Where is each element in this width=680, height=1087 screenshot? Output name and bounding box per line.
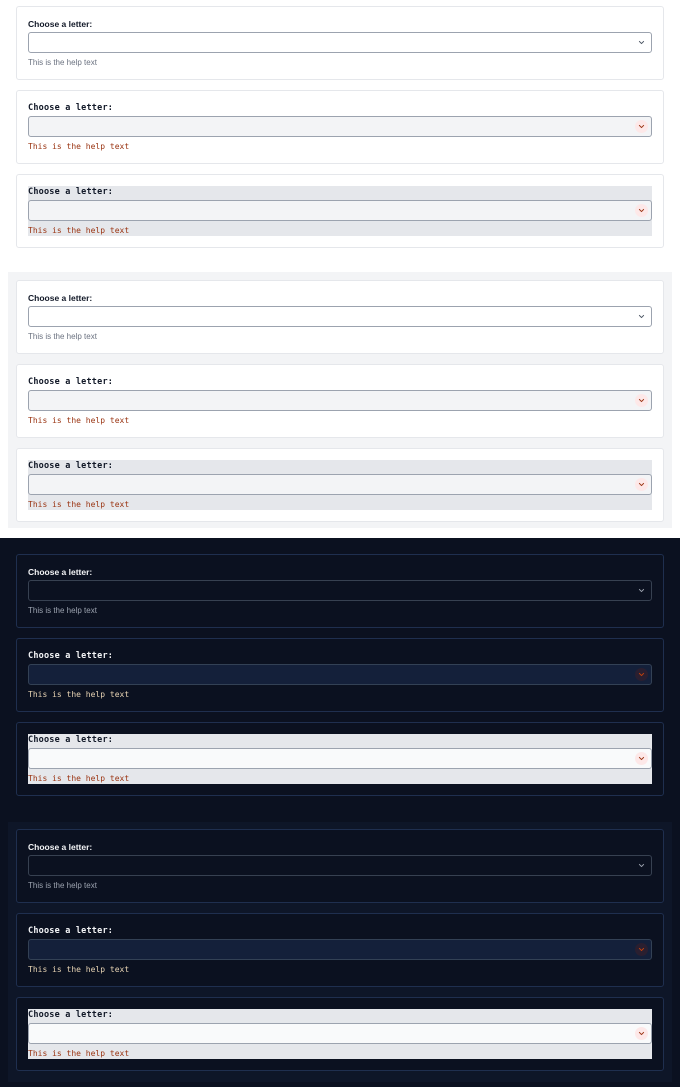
help-text: This is the help text — [28, 500, 130, 509]
select-field: Choose a letter: This is the help text — [28, 460, 652, 510]
select-chevron[interactable] — [635, 859, 648, 872]
letter-select[interactable] — [28, 200, 652, 221]
field-label: Choose a letter: — [28, 103, 114, 113]
form-field-card: Choose a letter: This is the help text — [16, 280, 664, 354]
select-field: Choose a letter: This is the help text — [28, 1009, 652, 1059]
help-text: This is the help text — [28, 881, 97, 890]
chevron-down-icon — [638, 482, 645, 487]
help-text: This is the help text — [28, 774, 130, 783]
form-field-card: Choose a letter: This is the help text — [16, 638, 664, 712]
help-text: This is the help text — [28, 142, 130, 151]
help-text: This is the help text — [28, 965, 130, 974]
chevron-down-icon — [638, 208, 645, 213]
chevron-down-icon — [638, 314, 645, 319]
form-field-card: Choose a letter: This is the help text — [16, 448, 664, 522]
form-field-card: Choose a letter: This is the help text — [16, 997, 664, 1071]
field-label: Choose a letter: — [28, 293, 93, 303]
letter-select[interactable] — [28, 32, 652, 53]
select-chevron[interactable] — [635, 204, 648, 217]
help-text: This is the help text — [28, 416, 130, 425]
select-field: Choose a letter: This is the help text — [28, 650, 652, 700]
select-chevron[interactable] — [635, 310, 648, 323]
chevron-down-icon — [638, 398, 645, 403]
help-text: This is the help text — [28, 606, 97, 615]
letter-select[interactable] — [28, 306, 652, 327]
chevron-down-icon — [638, 40, 645, 45]
select-field: Choose a letter: This is the help text — [28, 376, 652, 426]
chevron-down-icon — [638, 863, 645, 868]
select-field: Choose a letter: This is the help text — [28, 841, 652, 891]
letter-select[interactable] — [28, 116, 652, 137]
select-field: Choose a letter: This is the help text — [28, 566, 652, 616]
select-chevron[interactable] — [635, 394, 648, 407]
select-chevron[interactable] — [635, 943, 648, 956]
select-field: Choose a letter: This is the help text — [28, 734, 652, 784]
chevron-down-icon — [638, 756, 645, 761]
form-field-card: Choose a letter: This is the help text — [16, 6, 664, 80]
select-chevron[interactable] — [635, 120, 648, 133]
field-label: Choose a letter: — [28, 735, 114, 745]
select-field: Choose a letter: This is the help text — [28, 925, 652, 975]
form-field-card: Choose a letter: This is the help text — [16, 913, 664, 987]
letter-select[interactable] — [28, 748, 652, 769]
help-text: This is the help text — [28, 690, 130, 699]
form-field-card: Choose a letter: This is the help text — [16, 364, 664, 438]
select-chevron[interactable] — [635, 668, 648, 681]
field-label: Choose a letter: — [28, 377, 114, 387]
form-field-card: Choose a letter: This is the help text — [16, 554, 664, 628]
field-label: Choose a letter: — [28, 842, 93, 852]
field-label: Choose a letter: — [28, 926, 114, 936]
chevron-down-icon — [638, 588, 645, 593]
letter-select[interactable] — [28, 474, 652, 495]
field-label: Choose a letter: — [28, 19, 93, 29]
field-label: Choose a letter: — [28, 567, 93, 577]
select-field: Choose a letter: This is the help text — [28, 18, 652, 68]
select-field: Choose a letter: This is the help text — [28, 102, 652, 152]
select-field: Choose a letter: This is the help text — [28, 186, 652, 236]
help-text: This is the help text — [28, 1049, 130, 1058]
form-field-card: Choose a letter: This is the help text — [16, 829, 664, 903]
form-field-card: Choose a letter: This is the help text — [16, 174, 664, 248]
letter-select[interactable] — [28, 855, 652, 876]
field-label: Choose a letter: — [28, 651, 114, 661]
field-label: Choose a letter: — [28, 1010, 114, 1020]
chevron-down-icon — [638, 1031, 645, 1036]
chevron-down-icon — [638, 124, 645, 129]
select-chevron[interactable] — [635, 752, 648, 765]
help-text: This is the help text — [28, 58, 97, 67]
letter-select[interactable] — [28, 939, 652, 960]
select-field: Choose a letter: This is the help text — [28, 292, 652, 342]
help-text: This is the help text — [28, 332, 97, 341]
chevron-down-icon — [638, 672, 645, 677]
select-chevron[interactable] — [635, 584, 648, 597]
select-chevron[interactable] — [635, 478, 648, 491]
select-chevron[interactable] — [635, 36, 648, 49]
letter-select[interactable] — [28, 664, 652, 685]
select-chevron[interactable] — [635, 1027, 648, 1040]
letter-select[interactable] — [28, 1023, 652, 1044]
letter-select[interactable] — [28, 390, 652, 411]
help-text: This is the help text — [28, 226, 130, 235]
field-label: Choose a letter: — [28, 187, 114, 197]
form-field-card: Choose a letter: This is the help text — [16, 90, 664, 164]
chevron-down-icon — [638, 947, 645, 952]
field-label: Choose a letter: — [28, 461, 114, 471]
form-field-card: Choose a letter: This is the help text — [16, 722, 664, 796]
letter-select[interactable] — [28, 580, 652, 601]
